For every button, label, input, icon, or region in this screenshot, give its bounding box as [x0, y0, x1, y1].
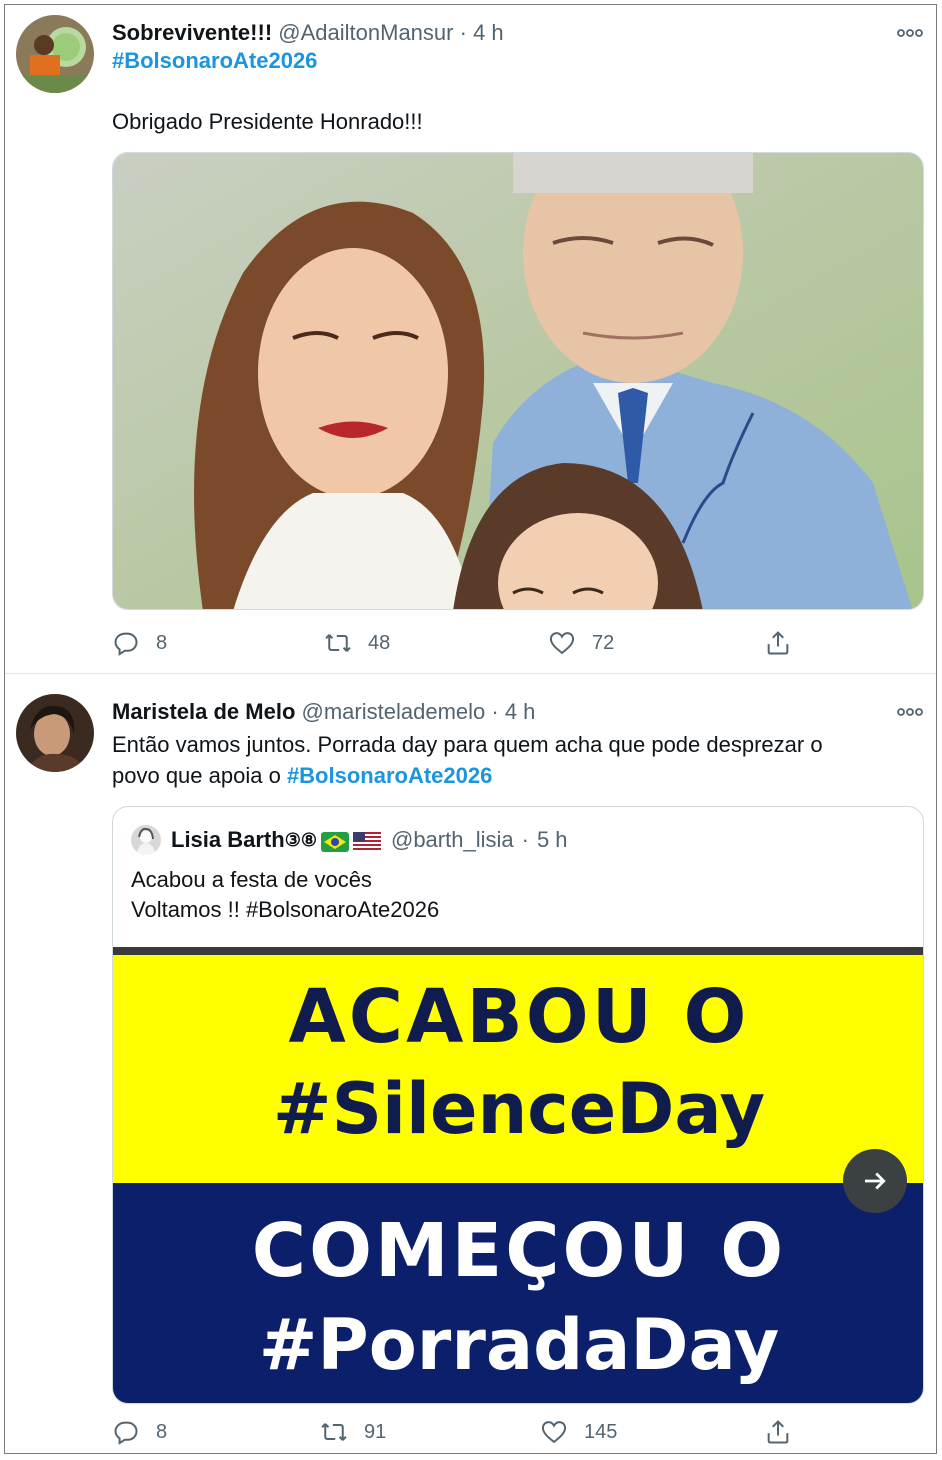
quoted-image[interactable]: ACABOU O #SilenceDay COMEÇOU O #PorradaD…	[113, 947, 923, 1403]
tweet[interactable]: Sobrevivente!!! @AdailtonMansur · 4 h #B…	[5, 5, 936, 674]
like-button[interactable]: 145	[540, 1417, 617, 1447]
us-flag-icon	[352, 830, 381, 852]
quoted-timestamp[interactable]: 5 h	[537, 825, 568, 855]
quoted-display-name[interactable]: Lisia Barth	[171, 825, 285, 855]
tweet-header: Maristela de Melo @maristelademelo · 4 h	[112, 698, 535, 726]
avatar[interactable]	[16, 694, 94, 772]
display-name[interactable]: Sobrevivente!!!	[112, 20, 272, 45]
retweet-count: 48	[368, 631, 391, 654]
separator: ·	[459, 20, 467, 45]
tweet-text-line: povo que apoia o #BolsonaroAte2026	[112, 760, 927, 791]
tweet-actions: 8 91 145	[112, 1417, 902, 1447]
tweet-hashtag-line: #BolsonaroAte2026	[112, 45, 317, 76]
hashtag-link[interactable]: #BolsonaroAte2026	[112, 48, 317, 73]
display-name[interactable]: Maristela de Melo	[112, 699, 295, 724]
tweet-header: Sobrevivente!!! @AdailtonMansur · 4 h	[112, 19, 504, 47]
hashtag-link[interactable]: #BolsonaroAte2026	[287, 763, 492, 788]
banner-text-line: ACABOU O	[288, 974, 750, 1060]
tweet-text: Então vamos juntos. Porrada day para que…	[112, 729, 927, 791]
banner-text-line: #SilenceDay	[272, 1068, 766, 1150]
timestamp[interactable]: 4 h	[473, 20, 504, 45]
like-icon	[549, 632, 575, 655]
more-icon[interactable]	[896, 23, 924, 43]
like-count: 72	[592, 631, 615, 654]
retweet-icon	[321, 1423, 347, 1441]
banner-text-line: COMEÇOU O	[251, 1208, 787, 1294]
tweet-text-line: Então vamos juntos. Porrada day para que…	[112, 732, 823, 757]
image-top-strip	[113, 947, 923, 955]
share-icon	[767, 631, 789, 655]
more-icon[interactable]	[896, 702, 924, 722]
quoted-text-line: Acabou a festa de vocês	[131, 867, 372, 892]
like-button[interactable]: 72	[548, 628, 614, 658]
like-icon	[541, 1421, 567, 1444]
separator: ·	[521, 827, 529, 852]
brazil-flag-icon	[320, 830, 349, 852]
share-button[interactable]	[764, 1417, 792, 1447]
handle[interactable]: @maristelademelo	[302, 699, 486, 724]
reply-button[interactable]: 8	[112, 1417, 167, 1447]
retweet-icon	[325, 634, 351, 652]
quoted-badges: ③⑧	[284, 830, 317, 850]
tweet[interactable]: Maristela de Melo @maristelademelo · 4 h…	[5, 674, 936, 1453]
tweet-image[interactable]	[112, 152, 924, 610]
painting-image	[113, 153, 923, 609]
reply-button[interactable]: 8	[112, 628, 167, 658]
handle[interactable]: @AdailtonMansur	[278, 20, 453, 45]
quoted-avatar[interactable]	[131, 825, 161, 855]
retweet-button[interactable]: 48	[324, 628, 390, 658]
tweet-text: Obrigado Presidente Honrado!!!	[112, 109, 423, 134]
tweet-text-fragment: povo que apoia o	[112, 763, 287, 788]
timeline: Sobrevivente!!! @AdailtonMansur · 4 h #B…	[4, 4, 937, 1454]
like-count: 145	[584, 1420, 618, 1443]
banner-text-line: #PorradaDay	[258, 1304, 780, 1386]
timestamp[interactable]: 4 h	[505, 699, 536, 724]
tweet-actions: 8 48 72	[112, 628, 902, 658]
reply-icon	[114, 632, 138, 656]
reply-count: 8	[156, 1420, 168, 1443]
retweet-count: 91	[364, 1420, 387, 1443]
quoted-handle[interactable]: @barth_lisia	[391, 825, 514, 855]
avatar[interactable]	[16, 15, 94, 93]
share-button[interactable]	[764, 628, 792, 658]
quoted-tweet-header: Lisia Barth ③⑧ @barth_lisia · 5 h	[131, 825, 568, 855]
reply-icon	[114, 1421, 138, 1445]
arrow-right-icon	[865, 1172, 886, 1190]
quoted-text-line: Voltamos !! #BolsonaroAte2026	[131, 897, 440, 922]
share-icon	[767, 1420, 789, 1444]
retweet-button[interactable]: 91	[320, 1417, 386, 1447]
quoted-tweet-text: Acabou a festa de vocês Voltamos !! #Bol…	[131, 865, 439, 925]
next-image-button[interactable]	[843, 1149, 907, 1213]
quoted-tweet[interactable]: Lisia Barth ③⑧ @barth_lisia · 5 h Acabou…	[112, 806, 924, 1404]
reply-count: 8	[156, 631, 168, 654]
separator: ·	[491, 699, 499, 724]
